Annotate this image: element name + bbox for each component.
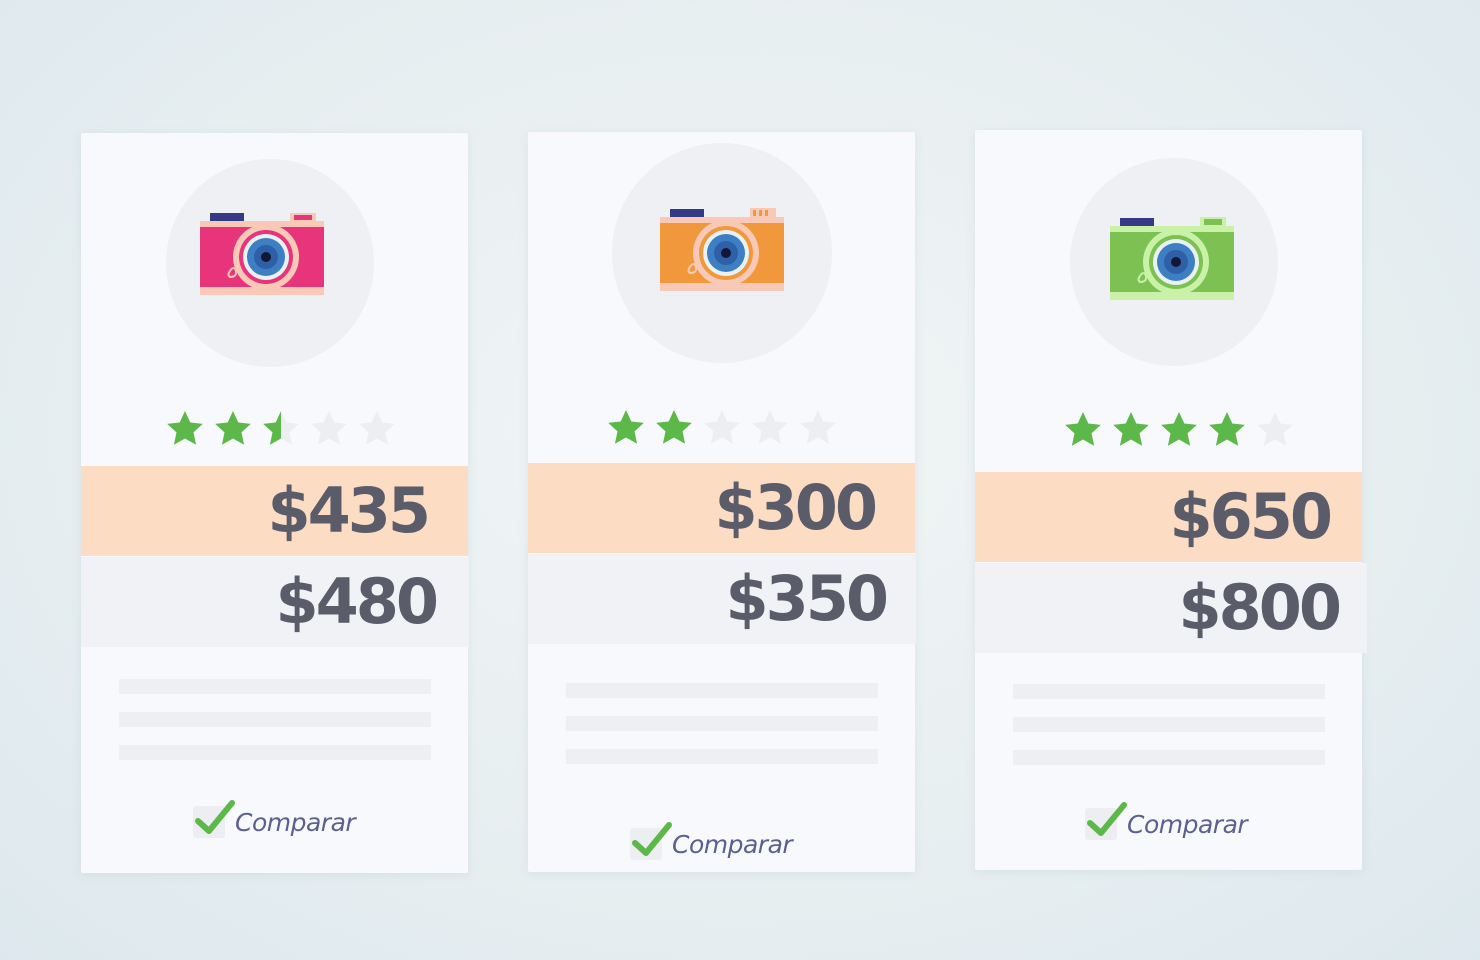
product-card: $300 $350 Comparar <box>528 132 916 872</box>
placeholder-line <box>1013 717 1325 732</box>
description-placeholder <box>566 683 878 782</box>
product-card: $650 $800 Comparar <box>975 130 1367 870</box>
star-filled-icon <box>608 410 644 444</box>
star-empty-icon <box>311 411 347 445</box>
sale-price-band: $650 <box>975 472 1362 562</box>
placeholder-line <box>1013 684 1325 699</box>
star-filled-icon <box>215 411 251 445</box>
product-image-circle <box>166 159 374 367</box>
star-empty-icon <box>359 411 395 445</box>
placeholder-line <box>119 679 431 694</box>
compare-checkbox[interactable]: Comparar <box>630 822 793 860</box>
placeholder-line <box>119 745 431 760</box>
placeholder-line <box>566 749 878 764</box>
placeholder-line <box>566 716 878 731</box>
star-filled-icon <box>1065 412 1101 446</box>
product-card: $435 $480 Comparar <box>81 133 469 873</box>
rating-stars <box>606 408 838 448</box>
description-placeholder <box>1013 684 1325 783</box>
sale-price: $435 <box>267 474 431 547</box>
star-filled-icon <box>1161 412 1197 446</box>
sale-price: $650 <box>1169 480 1333 553</box>
check-icon <box>1087 802 1127 836</box>
star-filled-icon <box>1209 412 1245 446</box>
check-icon <box>632 822 672 856</box>
checkbox-box[interactable] <box>1085 802 1127 840</box>
star-empty-icon <box>752 410 788 444</box>
description-placeholder <box>119 679 431 778</box>
original-price: $800 <box>1178 571 1342 644</box>
pink-camera-icon <box>200 213 324 295</box>
sale-price-band: $435 <box>81 466 468 556</box>
check-icon <box>195 800 235 834</box>
original-price-band: $480 <box>81 557 469 647</box>
original-price: $480 <box>275 565 439 638</box>
rating-stars <box>165 409 397 449</box>
star-empty-icon <box>704 410 740 444</box>
placeholder-line <box>119 712 431 727</box>
checkbox-box[interactable] <box>193 800 235 838</box>
rating-stars <box>1063 410 1295 450</box>
star-filled-icon <box>1113 412 1149 446</box>
original-price-band: $350 <box>528 554 916 644</box>
compare-label: Comparar <box>235 807 356 837</box>
sale-price-band: $300 <box>528 463 915 553</box>
orange-camera-icon <box>660 208 784 291</box>
star-filled-icon <box>656 410 692 444</box>
placeholder-line <box>566 683 878 698</box>
sale-price: $300 <box>714 471 878 544</box>
compare-checkbox[interactable]: Comparar <box>193 800 356 838</box>
star-half-icon <box>263 411 299 445</box>
compare-label: Comparar <box>1127 809 1248 839</box>
original-price-band: $800 <box>975 563 1367 653</box>
product-image-circle <box>612 143 832 363</box>
compare-label: Comparar <box>672 829 793 859</box>
star-empty-icon <box>1257 412 1293 446</box>
star-filled-icon <box>167 411 203 445</box>
green-camera-icon <box>1110 217 1234 300</box>
original-price: $350 <box>725 562 889 635</box>
checkbox-box[interactable] <box>630 822 672 860</box>
placeholder-line <box>1013 750 1325 765</box>
compare-checkbox[interactable]: Comparar <box>1085 802 1248 840</box>
product-image-circle <box>1070 158 1278 366</box>
star-empty-icon <box>800 410 836 444</box>
